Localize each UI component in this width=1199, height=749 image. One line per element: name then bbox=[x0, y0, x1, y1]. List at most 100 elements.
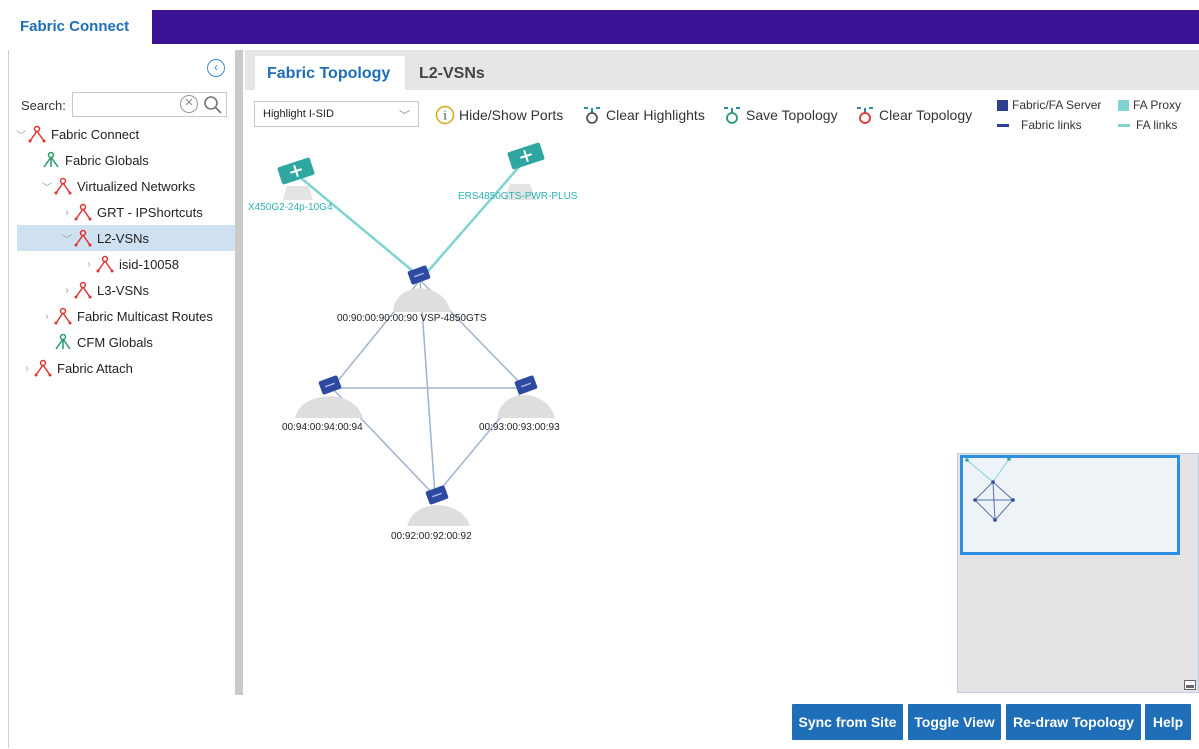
tree-item-l3-vsns[interactable]: › L3-VSNs bbox=[61, 277, 235, 303]
tree-item-label: Virtualized Networks bbox=[77, 178, 196, 194]
legend-label: FA Proxy bbox=[1133, 98, 1182, 112]
tree-item-label: Fabric Attach bbox=[57, 360, 133, 376]
help-button[interactable]: Help bbox=[1145, 704, 1191, 740]
network-red-icon bbox=[96, 255, 114, 273]
chevron-right-icon[interactable]: › bbox=[61, 285, 73, 296]
tree-item-l2-vsns[interactable]: ﹀ L2-VSNs bbox=[17, 225, 235, 251]
legend-label: Fabric/FA Server bbox=[1012, 98, 1102, 112]
tree-item-label: L2-VSNs bbox=[97, 230, 150, 246]
network-red-icon bbox=[54, 307, 72, 325]
legend-label: FA links bbox=[1136, 118, 1178, 132]
save-topology-icon bbox=[724, 107, 740, 124]
tree-item-fabric-connect[interactable]: ﹀ Fabric Connect bbox=[15, 121, 235, 147]
clear-highlights-icon bbox=[584, 107, 600, 124]
minimap-viewport[interactable] bbox=[960, 455, 1180, 555]
navigation-pane: ‹ Search: ✕ ﹀ Fabric Connect Fabric Glob… bbox=[8, 50, 235, 748]
network-red-icon bbox=[54, 177, 72, 195]
node-label-94: 00:94:00:94:00:94 bbox=[282, 422, 363, 433]
tree-item-label: CFM Globals bbox=[77, 334, 153, 350]
clear-topology-button[interactable]: Clear Topology bbox=[855, 104, 972, 126]
hide-show-ports-label: Hide/Show Ports bbox=[459, 107, 564, 123]
chevron-right-icon[interactable]: › bbox=[21, 363, 33, 374]
fabric-node-vsp[interactable] bbox=[393, 265, 451, 312]
clear-highlights-label: Clear Highlights bbox=[606, 107, 705, 123]
legend-fabric-server: Fabric/FA Server bbox=[997, 98, 1101, 112]
network-red-icon bbox=[74, 281, 92, 299]
search-input[interactable] bbox=[75, 95, 175, 114]
topology-toolbar: Highlight I-SID ﹀ i Hide/Show Ports Clea… bbox=[245, 90, 1199, 140]
network-green-icon bbox=[43, 151, 59, 168]
redraw-topology-button[interactable]: Re-draw Topology bbox=[1006, 704, 1141, 740]
tree-item-label: GRT - IPShortcuts bbox=[97, 204, 203, 220]
node-label-92: 00:92:00:92:00:92 bbox=[391, 531, 472, 542]
legend-line-fa bbox=[1118, 123, 1130, 127]
tree-item-label: isid-10058 bbox=[119, 256, 179, 272]
chevron-right-icon[interactable]: › bbox=[41, 311, 53, 322]
clear-topology-icon bbox=[857, 107, 873, 124]
svg-text:i: i bbox=[443, 109, 447, 123]
header-band bbox=[152, 10, 1199, 44]
chevron-down-icon: ﹀ bbox=[399, 110, 410, 122]
search-icon[interactable] bbox=[203, 95, 223, 115]
fa-link[interactable] bbox=[422, 159, 526, 278]
search-box: ✕ bbox=[72, 92, 227, 117]
tree-item-grt-ipshortcuts[interactable]: › GRT - IPShortcuts bbox=[61, 199, 235, 225]
tab-bar: Fabric Topology L2-VSNs bbox=[245, 50, 1199, 90]
node-label-vsp: 00:90:00:90:00:90 VSP-4850GTS bbox=[337, 313, 487, 324]
node-label-ers: ERS4850GTS-PWR-PLUS bbox=[458, 191, 578, 202]
save-topology-label: Save Topology bbox=[746, 107, 838, 123]
clear-topology-label: Clear Topology bbox=[879, 107, 973, 123]
clear-highlights-button[interactable]: Clear Highlights bbox=[582, 104, 705, 126]
minimap-graph bbox=[965, 457, 1015, 522]
info-icon: i bbox=[435, 105, 455, 125]
legend-swatch-fa bbox=[1118, 99, 1129, 111]
legend-swatch-fabric bbox=[997, 99, 1008, 111]
legend-fa-links: FA links bbox=[1118, 118, 1177, 132]
chevron-right-icon[interactable]: › bbox=[83, 259, 95, 270]
topology-minimap[interactable] bbox=[957, 453, 1199, 693]
legend-fa-proxy: FA Proxy bbox=[1118, 98, 1181, 112]
clear-search-icon[interactable]: ✕ bbox=[180, 95, 198, 113]
legend-label: Fabric links bbox=[1021, 118, 1082, 132]
toggle-view-button[interactable]: Toggle View bbox=[908, 704, 1001, 740]
tree-item-virtualized-networks[interactable]: ﹀ Virtualized Networks bbox=[41, 173, 235, 199]
tree-item-label: Fabric Connect bbox=[51, 126, 140, 142]
tree-item-isid-10058[interactable]: › isid-10058 bbox=[83, 251, 235, 277]
node-label-x450: X450G2-24p-10G4 bbox=[248, 202, 333, 213]
chevron-down-icon[interactable]: ﹀ bbox=[41, 179, 53, 194]
fabric-node-92[interactable] bbox=[407, 485, 470, 526]
chevron-down-icon[interactable]: ﹀ bbox=[61, 231, 73, 246]
highlight-select-value: Highlight I-SID bbox=[263, 108, 334, 120]
tree-item-label: Fabric Globals bbox=[65, 152, 149, 168]
chevron-right-icon[interactable]: › bbox=[61, 207, 73, 218]
minimap-toggle-icon[interactable] bbox=[1184, 680, 1196, 690]
highlight-isid-select[interactable]: Highlight I-SID ﹀ bbox=[254, 101, 419, 127]
network-red-icon bbox=[34, 359, 52, 377]
sync-from-site-button[interactable]: Sync from Site bbox=[792, 704, 903, 740]
save-topology-button[interactable]: Save Topology bbox=[722, 104, 838, 126]
collapse-panel-icon[interactable]: ‹ bbox=[207, 59, 225, 77]
fabric-node-94[interactable] bbox=[295, 375, 363, 418]
tab-l2-vsns[interactable]: L2-VSNs bbox=[407, 56, 507, 90]
hide-show-ports-button[interactable]: i Hide/Show Ports bbox=[435, 104, 563, 126]
network-red-icon bbox=[74, 203, 92, 221]
app-tab-fabric-connect[interactable]: Fabric Connect bbox=[10, 10, 152, 45]
tree-item-cfm-globals[interactable]: CFM Globals bbox=[53, 329, 235, 355]
search-label: Search: bbox=[21, 98, 66, 113]
tree-item-fabric-attach[interactable]: › Fabric Attach bbox=[21, 355, 235, 381]
tree-item-fabric-multicast-routes[interactable]: › Fabric Multicast Routes bbox=[41, 303, 235, 329]
network-green-icon bbox=[55, 333, 71, 350]
chevron-down-icon[interactable]: ﹀ bbox=[15, 127, 27, 142]
legend-fabric-links: Fabric links bbox=[997, 118, 1082, 132]
tree-item-fabric-globals[interactable]: Fabric Globals bbox=[41, 147, 235, 173]
legend-line-fabric bbox=[997, 123, 1009, 127]
tree-item-label: Fabric Multicast Routes bbox=[77, 308, 213, 324]
tab-fabric-topology[interactable]: Fabric Topology bbox=[255, 56, 405, 90]
fa-link[interactable] bbox=[294, 172, 421, 278]
tree-item-label: L3-VSNs bbox=[97, 282, 150, 298]
fa-proxy-node-x450[interactable] bbox=[277, 157, 315, 200]
pane-splitter[interactable] bbox=[235, 50, 243, 695]
network-red-icon bbox=[74, 229, 92, 247]
top-bar: Fabric Connect bbox=[0, 0, 1199, 45]
fabric-node-93[interactable] bbox=[497, 375, 555, 418]
